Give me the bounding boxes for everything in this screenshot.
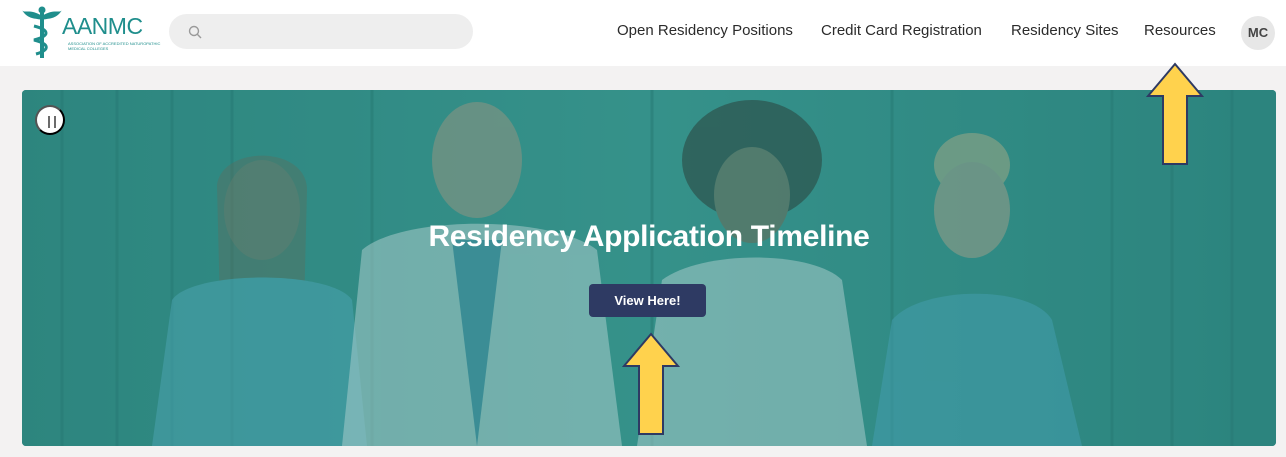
aanmc-logo[interactable]: AANMC Association of Accredited Naturopa… [22,6,172,60]
top-navigation-bar: AANMC Association of Accredited Naturopa… [0,0,1286,66]
search-bar[interactable] [169,14,473,49]
search-input[interactable] [213,21,453,43]
search-icon[interactable] [188,25,202,39]
hero-title: Residency Application Timeline [428,220,870,253]
logo-tagline: Association of Accredited Naturopathic M… [68,41,161,51]
caduceus-icon [22,6,62,58]
pause-button[interactable] [35,105,65,135]
logo-wordmark: AANMC [62,13,143,39]
view-here-button[interactable]: View Here! [589,284,706,317]
pause-icon [48,116,50,128]
nav-open-residency-positions[interactable]: Open Residency Positions [617,22,793,39]
nav-credit-card-registration[interactable]: Credit Card Registration [821,22,982,39]
annotation-arrow-up [1146,62,1204,165]
nav-resources[interactable]: Resources [1144,22,1216,39]
nav-residency-sites[interactable]: Residency Sites [1011,22,1119,39]
annotation-arrow-up [622,332,680,435]
user-avatar[interactable]: MC [1241,16,1275,50]
